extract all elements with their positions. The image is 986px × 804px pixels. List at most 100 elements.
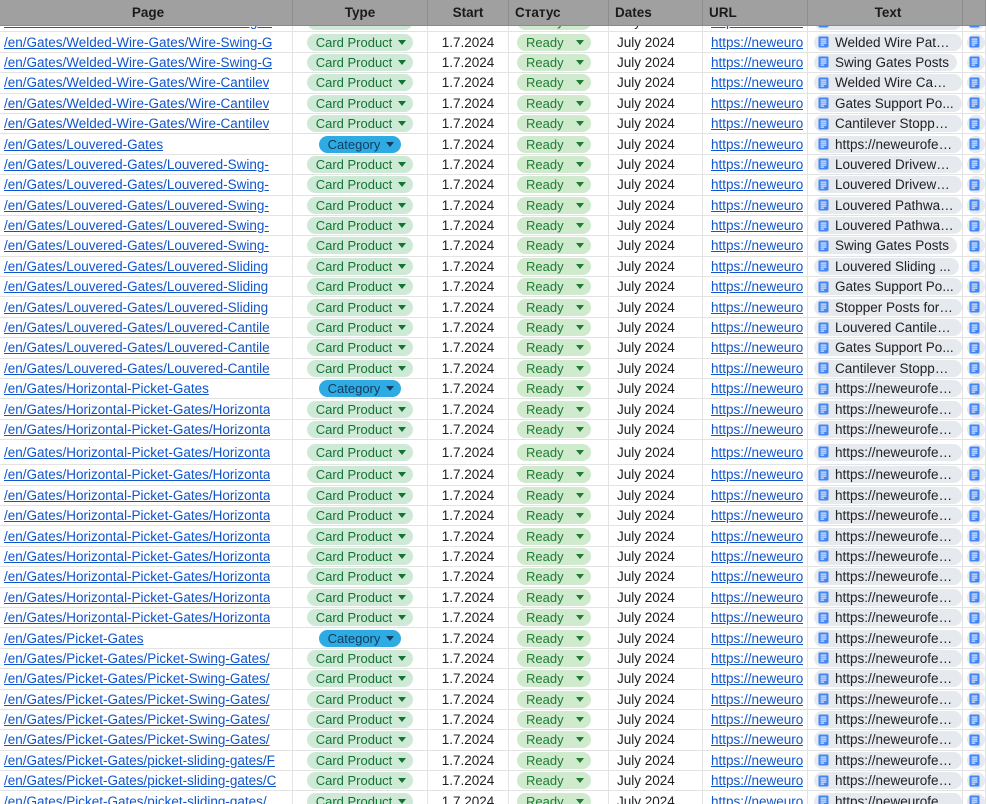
cell-dates[interactable]: July 2024 bbox=[609, 317, 703, 338]
cell-start[interactable]: 1.7.2024 bbox=[428, 567, 509, 587]
cell-start[interactable]: 1.7.2024 bbox=[428, 32, 509, 52]
page-link[interactable]: /en/Gates/Picket-Gates/Picket-Swing-Gate… bbox=[4, 712, 270, 727]
page-link[interactable]: /en/Gates/Louvered-Gates/Louvered-Swing- bbox=[4, 157, 269, 172]
cell-page[interactable]: /en/Gates/Louvered-Gates bbox=[0, 134, 293, 154]
cell-dates[interactable]: July 2024 bbox=[609, 297, 703, 317]
cell-page[interactable]: /en/Gates/Picket-Gates/picket-sliding-ga… bbox=[0, 771, 293, 791]
url-link[interactable]: https://neweuro bbox=[711, 116, 803, 131]
cell-dates[interactable]: July 2024 bbox=[609, 154, 703, 175]
cell-type[interactable]: Card Product bbox=[293, 256, 428, 277]
table-row[interactable]: /en/Gates/Picket-Gates Category 1.7.2024 Re… bbox=[0, 628, 986, 649]
status-chip[interactable]: Ready bbox=[517, 115, 591, 133]
page-link[interactable]: /en/Gates/Picket-Gates/Picket-Swing-Gate… bbox=[4, 732, 270, 747]
cell-type[interactable]: Card Product bbox=[293, 32, 428, 52]
table-row[interactable]: /en/Gates/Horizontal-Picket-Gates/Horizo… bbox=[0, 567, 986, 588]
cell-text[interactable]: https://neweurofen... bbox=[808, 709, 963, 730]
cell-type[interactable]: Card Product bbox=[293, 689, 428, 709]
cell-type[interactable]: Card Product bbox=[293, 175, 428, 195]
cell-page[interactable]: /en/Gates/Louvered-Gates/Louvered-Swing- bbox=[0, 236, 293, 256]
table-row[interactable]: /en/Gates/Picket-Gates/Picket-Swing-Gate… bbox=[0, 709, 986, 731]
cell-extra[interactable] bbox=[963, 730, 986, 750]
extra-chip[interactable] bbox=[967, 792, 985, 804]
cell-dates[interactable]: July 2024 bbox=[609, 440, 703, 465]
page-link[interactable]: /en/Gates/Horizontal-Picket-Gates/Horizo… bbox=[4, 508, 270, 523]
chevron-down-icon[interactable] bbox=[576, 492, 584, 498]
cell-page[interactable]: /en/Gates/Welded-Wire-Gates/Wire-Swing-G bbox=[0, 52, 293, 73]
type-chip[interactable]: Card Product bbox=[306, 278, 414, 296]
cell-type[interactable]: Card Product bbox=[293, 750, 428, 771]
chevron-down-icon[interactable] bbox=[398, 263, 407, 269]
url-link[interactable]: https://neweuro bbox=[711, 218, 803, 233]
cell-status[interactable]: Ready bbox=[509, 771, 609, 791]
status-chip[interactable]: Ready bbox=[517, 609, 591, 627]
status-chip[interactable]: Ready bbox=[517, 135, 591, 153]
chevron-down-icon[interactable] bbox=[398, 717, 407, 723]
chevron-down-icon[interactable] bbox=[576, 59, 584, 65]
type-chip[interactable]: Category bbox=[318, 380, 402, 398]
chevron-down-icon[interactable] bbox=[398, 427, 407, 432]
cell-dates[interactable]: July 2024 bbox=[609, 52, 703, 73]
text-chip[interactable]: https://neweurofen... bbox=[814, 609, 962, 627]
cell-page[interactable]: /en/Gates/Picket-Gates bbox=[0, 628, 293, 648]
table-row[interactable]: /en/Gates/Welded-Wire-Gates/Wire-Cantile… bbox=[0, 113, 986, 135]
cell-start[interactable]: 1.7.2024 bbox=[428, 505, 509, 526]
table-row[interactable]: /en/Gates/Welded-Wire-Gates/Wire-Cantile… bbox=[0, 93, 986, 114]
table-row[interactable]: /en/Gates/Louvered-Gates/Louvered-Slidin… bbox=[0, 256, 986, 278]
cell-text[interactable]: https://neweurofen... bbox=[808, 399, 963, 419]
url-link[interactable]: https://neweuro bbox=[711, 402, 803, 417]
chevron-down-icon[interactable] bbox=[576, 717, 584, 723]
cell-start[interactable]: 1.7.2024 bbox=[428, 297, 509, 317]
cell-type[interactable]: Card Product bbox=[293, 607, 428, 628]
cell-start[interactable]: 1.7.2024 bbox=[428, 689, 509, 709]
cell-extra[interactable] bbox=[963, 505, 986, 526]
status-chip[interactable]: Ready bbox=[517, 751, 591, 769]
cell-status[interactable]: Ready bbox=[509, 526, 609, 546]
text-chip[interactable]: Swing Gates Posts bbox=[814, 53, 958, 71]
cell-extra[interactable] bbox=[963, 338, 986, 358]
cell-text[interactable]: https://neweurofen... bbox=[808, 587, 963, 607]
url-link[interactable]: https://neweuro bbox=[711, 549, 803, 564]
cell-status[interactable]: Ready bbox=[509, 379, 609, 399]
cell-status[interactable]: Ready bbox=[509, 93, 609, 113]
cell-text[interactable]: Swing Gates Posts bbox=[808, 52, 963, 73]
type-chip[interactable]: Card Product bbox=[306, 486, 414, 504]
type-chip[interactable]: Card Product bbox=[306, 298, 414, 316]
cell-start[interactable]: 1.7.2024 bbox=[428, 175, 509, 195]
chevron-down-icon[interactable] bbox=[576, 141, 584, 147]
table-row[interactable]: /en/Gates/Picket-Gates/Picket-Swing-Gate… bbox=[0, 730, 986, 751]
table-row[interactable]: /en/Gates/Picket-Gates/Picket-Swing-Gate… bbox=[0, 669, 986, 690]
extra-chip[interactable] bbox=[967, 731, 985, 749]
chevron-down-icon[interactable] bbox=[576, 594, 584, 600]
extra-chip[interactable] bbox=[967, 751, 985, 769]
cell-url[interactable]: https://neweuro bbox=[703, 669, 808, 689]
cell-status[interactable]: Ready bbox=[509, 195, 609, 215]
cell-text[interactable]: Louvered Cantilev... bbox=[808, 317, 963, 338]
cell-text[interactable]: Welded Wire Path... bbox=[808, 32, 963, 52]
chevron-down-icon[interactable] bbox=[576, 202, 584, 208]
chevron-down-icon[interactable] bbox=[398, 202, 407, 208]
chevron-down-icon[interactable] bbox=[398, 80, 407, 86]
cell-url[interactable]: https://neweuro bbox=[703, 709, 808, 730]
url-link[interactable]: https://neweuro bbox=[711, 35, 803, 50]
cell-status[interactable]: Ready bbox=[509, 791, 609, 804]
url-link[interactable]: https://neweuro bbox=[711, 651, 803, 666]
cell-status[interactable]: Ready bbox=[509, 358, 609, 379]
cell-url[interactable]: https://neweuro bbox=[703, 546, 808, 567]
extra-chip[interactable] bbox=[967, 380, 985, 398]
cell-text[interactable]: https://neweurofen... bbox=[808, 730, 963, 750]
cell-dates[interactable]: July 2024 bbox=[609, 526, 703, 546]
extra-chip[interactable] bbox=[967, 649, 985, 667]
table-row[interactable]: /en/Gates/Horizontal-Picket-Gates Categor… bbox=[0, 379, 986, 400]
status-chip[interactable]: Ready bbox=[517, 772, 591, 790]
type-chip[interactable]: Card Product bbox=[306, 74, 414, 92]
cell-text[interactable]: https://neweurofen... bbox=[808, 689, 963, 709]
cell-type[interactable]: Card Product bbox=[293, 526, 428, 546]
cell-start[interactable]: 1.7.2024 bbox=[428, 73, 509, 93]
cell-start[interactable]: 1.7.2024 bbox=[428, 215, 509, 236]
cell-start[interactable]: 1.7.2024 bbox=[428, 771, 509, 791]
status-chip[interactable]: Ready bbox=[517, 527, 591, 545]
cell-extra[interactable] bbox=[963, 134, 986, 154]
status-chip[interactable]: Ready bbox=[517, 53, 591, 71]
cell-type[interactable]: Card Product bbox=[293, 195, 428, 215]
cell-text[interactable]: Louvered Pathway... bbox=[808, 195, 963, 215]
